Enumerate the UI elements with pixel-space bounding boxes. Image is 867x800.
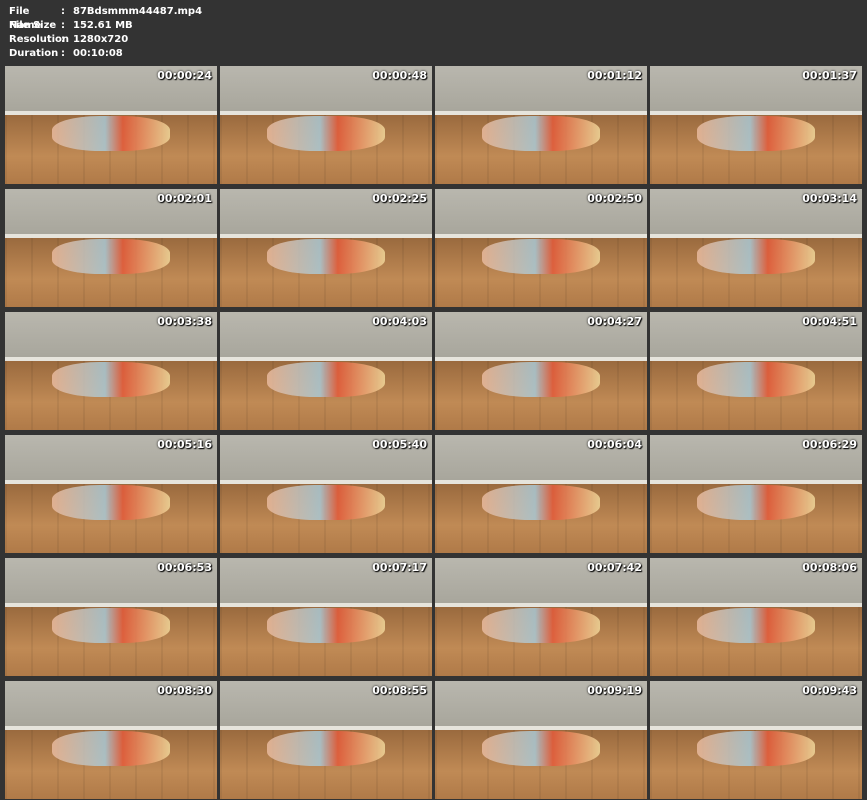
thumbnail-subject	[266, 730, 386, 766]
thumbnail-subject	[481, 238, 601, 274]
thumbnail[interactable]: 00:01:12	[435, 66, 647, 184]
thumbnail[interactable]: 00:06:29	[650, 435, 862, 553]
thumbnail-subject	[51, 361, 171, 397]
resolution-row: Resolution : 1280x720	[9, 33, 202, 47]
file-size-label: File Size	[9, 20, 57, 31]
thumbnail[interactable]: 00:06:53	[5, 558, 217, 676]
thumbnail-timestamp: 00:01:12	[587, 69, 642, 82]
thumbnail-subject	[481, 730, 601, 766]
separator: :	[61, 48, 65, 59]
thumbnail[interactable]: 00:02:25	[220, 189, 432, 307]
thumbnail[interactable]: 00:02:01	[5, 189, 217, 307]
thumbnail[interactable]: 00:03:14	[650, 189, 862, 307]
thumbnail[interactable]: 00:00:48	[220, 66, 432, 184]
thumbnail-timestamp: 00:08:30	[157, 684, 212, 697]
thumbnail-timestamp: 00:01:37	[802, 69, 857, 82]
thumbnail-subject	[481, 115, 601, 151]
thumbnail-subject	[266, 238, 386, 274]
thumbnail-subject	[51, 238, 171, 274]
thumbnail-timestamp: 00:08:55	[372, 684, 427, 697]
file-size-row: File Size : 152.61 MB	[9, 19, 202, 33]
thumbnail-subject	[696, 484, 816, 520]
thumbnail-timestamp: 00:09:43	[802, 684, 857, 697]
thumbnail-timestamp: 00:06:53	[157, 561, 212, 574]
thumbnail-timestamp: 00:06:04	[587, 438, 642, 451]
thumbnail-subject	[51, 607, 171, 643]
thumbnail-subject	[696, 361, 816, 397]
file-info-header: File Name : 87Bdsmmm44487.mp4 File Size …	[9, 5, 202, 61]
thumbnail[interactable]: 00:08:55	[220, 681, 432, 799]
thumbnail-subject	[696, 607, 816, 643]
thumbnail[interactable]: 00:07:17	[220, 558, 432, 676]
thumbnail[interactable]: 00:04:51	[650, 312, 862, 430]
duration-label: Duration	[9, 48, 59, 59]
file-name-label: File Name	[9, 6, 42, 31]
thumbnail[interactable]: 00:07:42	[435, 558, 647, 676]
resolution-label: Resolution	[9, 34, 70, 45]
thumbnail[interactable]: 00:06:04	[435, 435, 647, 553]
thumbnail-timestamp: 00:00:24	[157, 69, 212, 82]
thumbnail-timestamp: 00:02:01	[157, 192, 212, 205]
thumbnail-subject	[481, 361, 601, 397]
thumbnail-timestamp: 00:04:03	[372, 315, 427, 328]
thumbnail[interactable]: 00:08:06	[650, 558, 862, 676]
thumbnail-subject	[266, 607, 386, 643]
separator: :	[61, 6, 65, 17]
file-name-value: 87Bdsmmm44487.mp4	[73, 6, 203, 17]
separator: :	[61, 34, 65, 45]
thumbnail-subject	[51, 484, 171, 520]
thumbnail-timestamp: 00:07:42	[587, 561, 642, 574]
thumbnail-timestamp: 00:00:48	[372, 69, 427, 82]
thumbnail[interactable]: 00:03:38	[5, 312, 217, 430]
thumbnail-subject	[696, 115, 816, 151]
thumbnail[interactable]: 00:09:19	[435, 681, 647, 799]
thumbnail-timestamp: 00:06:29	[802, 438, 857, 451]
thumbnail[interactable]: 00:09:43	[650, 681, 862, 799]
thumbnail-timestamp: 00:05:40	[372, 438, 427, 451]
thumbnail-timestamp: 00:05:16	[157, 438, 212, 451]
thumbnail-timestamp: 00:02:50	[587, 192, 642, 205]
duration-row: Duration : 00:10:08	[9, 47, 202, 61]
thumbnail-subject	[266, 115, 386, 151]
file-size-value: 152.61 MB	[73, 20, 133, 31]
thumbnail[interactable]: 00:04:27	[435, 312, 647, 430]
resolution-value: 1280x720	[73, 34, 129, 45]
thumbnail-timestamp: 00:04:27	[587, 315, 642, 328]
thumbnail-subject	[51, 115, 171, 151]
thumbnail[interactable]: 00:02:50	[435, 189, 647, 307]
thumbnail[interactable]: 00:05:16	[5, 435, 217, 553]
thumbnail-timestamp: 00:07:17	[372, 561, 427, 574]
thumbnail[interactable]: 00:01:37	[650, 66, 862, 184]
thumbnail-subject	[696, 238, 816, 274]
thumbnail-timestamp: 00:08:06	[802, 561, 857, 574]
thumbnail-timestamp: 00:09:19	[587, 684, 642, 697]
thumbnail-timestamp: 00:04:51	[802, 315, 857, 328]
thumbnail-subject	[266, 361, 386, 397]
thumbnail[interactable]: 00:08:30	[5, 681, 217, 799]
thumbnail-subject	[696, 730, 816, 766]
thumbnail-subject	[51, 730, 171, 766]
separator: :	[61, 20, 65, 31]
file-name-row: File Name : 87Bdsmmm44487.mp4	[9, 5, 203, 31]
thumbnail-grid: 00:00:24 00:00:48 00:01:12 00:01:37 00:02:01…	[5, 66, 862, 799]
thumbnail-subject	[481, 484, 601, 520]
thumbnail[interactable]: 00:05:40	[220, 435, 432, 553]
thumbnail[interactable]: 00:00:24	[5, 66, 217, 184]
duration-value: 00:10:08	[73, 48, 123, 59]
thumbnail-timestamp: 00:03:38	[157, 315, 212, 328]
thumbnail-timestamp: 00:02:25	[372, 192, 427, 205]
thumbnail-subject	[481, 607, 601, 643]
thumbnail-subject	[266, 484, 386, 520]
thumbnail[interactable]: 00:04:03	[220, 312, 432, 430]
thumbnail-timestamp: 00:03:14	[802, 192, 857, 205]
